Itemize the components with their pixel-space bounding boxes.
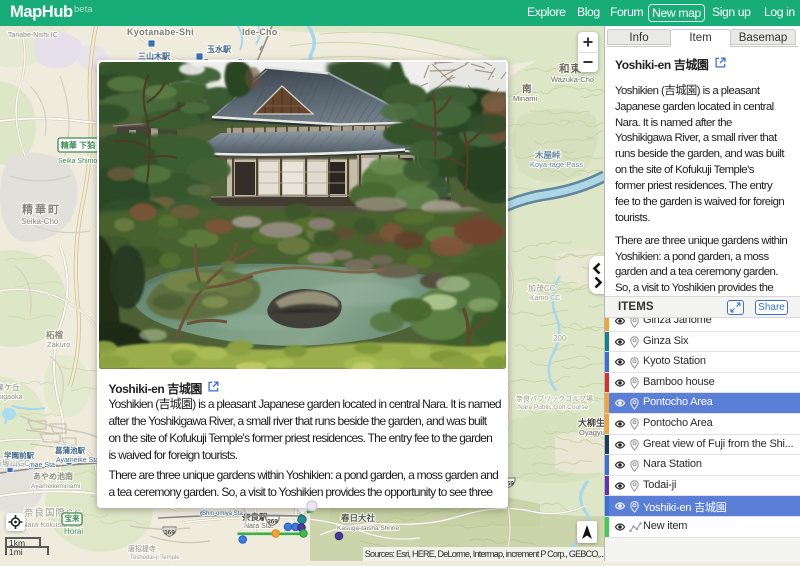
- svg-text:あやめ池南: あやめ池南: [33, 471, 73, 481]
- svg-text:柘榴: 柘榴: [45, 330, 64, 340]
- svg-text:Seika-Cho: Seika-Cho: [21, 217, 59, 226]
- svg-text:宝来: 宝来: [65, 513, 80, 523]
- svg-text:Ide-Cho: Ide-Cho: [242, 27, 278, 37]
- svg-text:加茂CC: 加茂CC: [528, 283, 556, 293]
- svg-text:精華 下狛: 精華 下狛: [61, 140, 95, 150]
- svg-text:大柳生: 大柳生: [578, 417, 605, 428]
- svg-text:臬ケ丘: 臬ケ丘: [0, 382, 20, 392]
- svg-text:春日大社: 春日大社: [340, 513, 376, 523]
- svg-text:Oyagyu: Oyagyu: [579, 428, 605, 437]
- svg-text:omigaoka: omigaoka: [0, 394, 22, 401]
- svg-text:唐招提寺: 唐招提寺: [128, 544, 156, 553]
- svg-text:Koya-tage Pass: Koya-tage Pass: [530, 160, 583, 169]
- svg-text:菖蒲池駅: 菖蒲池駅: [55, 445, 85, 455]
- svg-text:Ayameike Sta.: Ayameike Sta.: [56, 457, 101, 464]
- svg-text:Minami: Minami: [513, 94, 538, 103]
- svg-text:Wazuka-Cho: Wazuka-Cho: [551, 75, 594, 84]
- svg-text:Kasuga-taisha Shrine: Kasuga-taisha Shrine: [337, 525, 400, 532]
- svg-text:帝塚山GC: 帝塚山GC: [0, 458, 30, 468]
- svg-text:200: 200: [553, 334, 567, 343]
- svg-text:木屋峠: 木屋峠: [534, 150, 561, 160]
- svg-text:精華町: 精華町: [22, 202, 61, 216]
- svg-text:Kamo CC: Kamo CC: [530, 295, 560, 302]
- svg-text:Horai: Horai: [64, 527, 83, 536]
- svg-text:369: 369: [164, 530, 175, 537]
- svg-text:Tanabe-Nishi IC: Tanabe-Nishi IC: [8, 32, 58, 39]
- svg-text:Nara Public Golf Course: Nara Public Golf Course: [518, 404, 588, 411]
- svg-text:Ayameikeminami: Ayameikeminami: [31, 483, 80, 490]
- svg-text:玉水駅: 玉水駅: [207, 44, 232, 54]
- svg-text:Kyotanabe-Shi: Kyotanabe-Shi: [127, 27, 194, 37]
- svg-text:369: 369: [267, 519, 278, 526]
- svg-text:Toshodai-ji Temple: Toshodai-ji Temple: [130, 555, 180, 561]
- svg-text:奈良パブリックゴルフ場: 奈良パブリックゴルフ場: [516, 394, 593, 403]
- svg-text:Zakuro: Zakuro: [47, 340, 70, 349]
- svg-text:Shin-omiya Sta: Shin-omiya Sta: [202, 511, 243, 517]
